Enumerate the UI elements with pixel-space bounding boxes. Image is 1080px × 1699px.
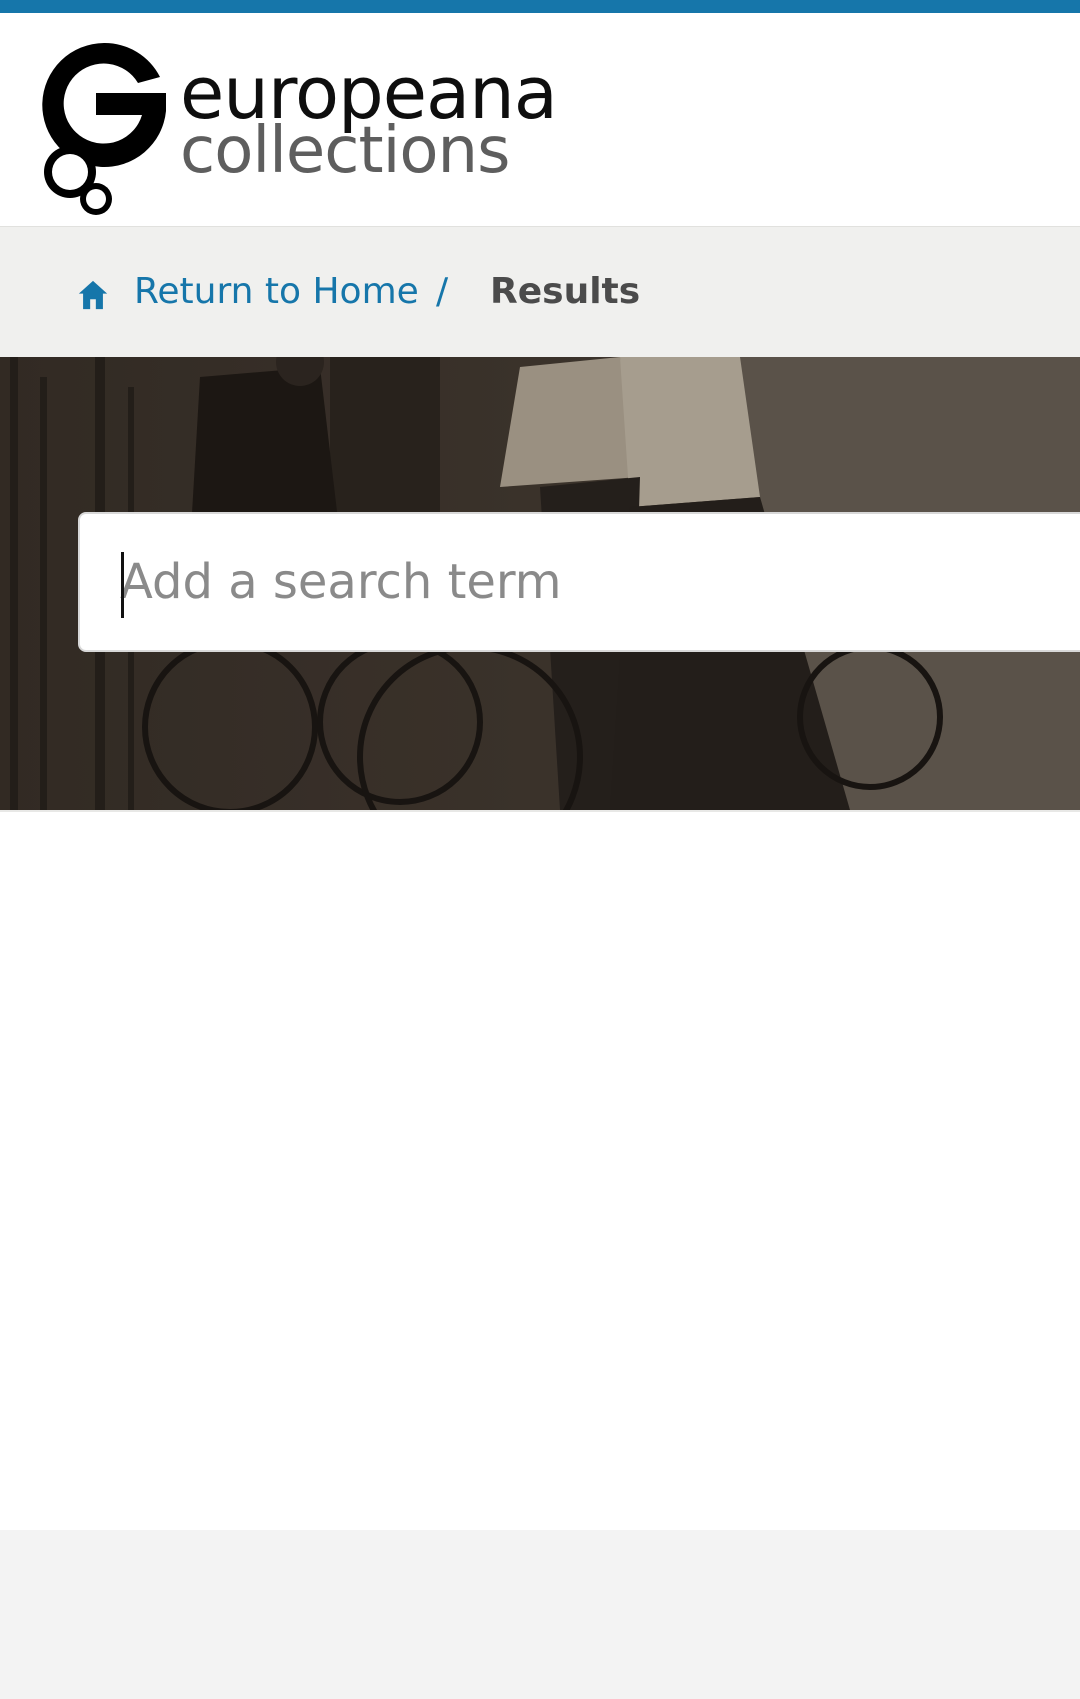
breadcrumb-separator: /	[436, 271, 449, 312]
home-icon[interactable]	[76, 278, 110, 312]
search-box	[78, 512, 1080, 652]
europeana-logo[interactable]: europeana collections	[34, 37, 558, 217]
text-caret	[121, 552, 124, 618]
europeana-logo-icon	[42, 42, 166, 215]
search-input[interactable]	[120, 544, 1020, 620]
breadcrumb: Return to Home / Results	[0, 227, 1080, 357]
site-header: europeana collections	[0, 13, 1080, 227]
page-footer-area	[0, 1530, 1080, 1699]
logo-wordmark-collections: collections	[180, 114, 510, 188]
top-accent-bar	[0, 0, 1080, 13]
breadcrumb-home-link[interactable]: Return to Home	[134, 265, 419, 319]
breadcrumb-current-page: Results	[490, 271, 641, 312]
